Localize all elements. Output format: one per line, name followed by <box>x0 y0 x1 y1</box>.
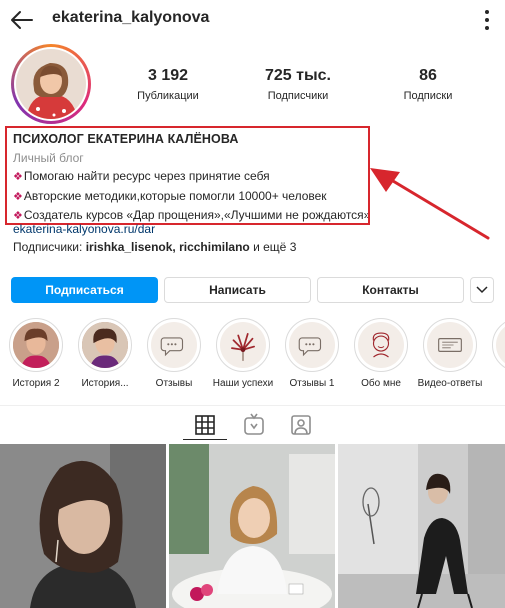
followed-by-names: irishka_lisenok, ricchimilano <box>85 240 250 254</box>
post-thumbnail[interactable] <box>0 444 166 608</box>
story-highlight[interactable]: Отзывы <box>141 318 207 389</box>
story-label: Отзывы <box>155 378 193 389</box>
story-label: История 2 <box>12 378 60 389</box>
igtv-icon[interactable] <box>242 413 266 437</box>
profile-username: ekaterina_kalyonova <box>52 9 210 26</box>
story-highlight[interactable]: История 2 <box>3 318 69 389</box>
story-highlight[interactable]: Наши успехи <box>210 318 276 389</box>
speech-bubble-icon <box>298 337 322 357</box>
post-thumbnail[interactable] <box>338 444 505 608</box>
profile-tabs <box>0 405 505 441</box>
speech-bubble-icon <box>160 337 184 357</box>
story-highlights: История 2 История... Отзывы Наши успехи … <box>0 318 505 398</box>
followers-label: Подписчики <box>267 90 329 102</box>
story-highlight[interactable]: Отзывы 1 <box>279 318 345 389</box>
following-label: Подписки <box>403 90 453 102</box>
post-grid <box>0 444 505 608</box>
suggested-accounts-button[interactable] <box>470 277 494 303</box>
story-label: Отзывы 1 <box>289 378 335 389</box>
stat-following[interactable]: 86 Подписки <box>378 66 478 102</box>
followers-count: 725 тыс. <box>265 67 331 84</box>
following-count: 86 <box>419 67 437 84</box>
message-button[interactable]: Написать <box>164 277 311 303</box>
bio-link[interactable]: ekaterina-kalyonova.ru/dar <box>13 222 155 236</box>
followed-by-suffix: и ещё 3 <box>249 240 297 254</box>
top-bar: ekaterina_kalyonova <box>0 0 505 40</box>
grid-icon[interactable] <box>193 413 217 437</box>
profile-avatar-ring[interactable] <box>11 44 91 124</box>
chevron-down-icon <box>476 286 488 294</box>
avatar <box>16 49 86 119</box>
follow-button[interactable]: Подписаться <box>11 277 158 303</box>
story-label: Обо мне <box>361 378 401 389</box>
vertical-dots-icon[interactable] <box>475 7 499 33</box>
flower-icon <box>231 333 255 361</box>
active-tab-indicator <box>183 439 227 440</box>
story-label: Наши успехи <box>212 378 274 389</box>
contacts-button[interactable]: Контакты <box>317 277 464 303</box>
story-highlight[interactable] <box>486 318 505 372</box>
story-label: История... <box>81 378 129 389</box>
story-highlight[interactable]: Обо мне <box>348 318 414 389</box>
story-highlight[interactable]: История... <box>72 318 138 389</box>
annotation-arrow-icon <box>370 168 490 240</box>
face-sketch-icon <box>372 332 390 358</box>
story-label: Видео-ответы <box>417 378 483 389</box>
post-thumbnail[interactable] <box>169 444 335 608</box>
posts-label: Публикации <box>137 90 199 102</box>
followed-by-prefix: Подписчики: <box>13 240 86 254</box>
story-highlight[interactable]: Видео-ответы <box>417 318 483 389</box>
annotation-highlight-box <box>5 126 370 225</box>
stat-followers[interactable]: 725 тыс. Подписчики <box>248 66 348 102</box>
stat-posts: 3 192 Публикации <box>118 66 218 102</box>
tagged-icon[interactable] <box>289 413 313 437</box>
arrow-left-icon[interactable] <box>8 6 36 34</box>
ticket-icon <box>438 338 462 352</box>
followed-by-text[interactable]: Подписчики: irishka_lisenok, ricchimilan… <box>13 240 296 254</box>
posts-count: 3 192 <box>147 67 189 84</box>
